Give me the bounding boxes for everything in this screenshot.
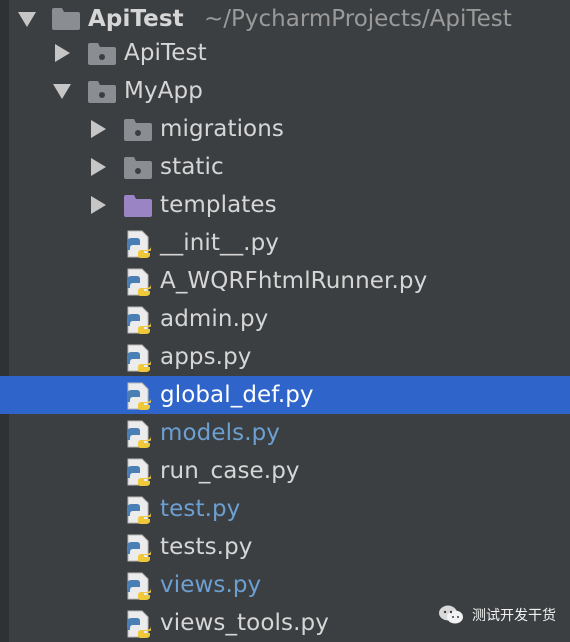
project-folder-icon — [52, 8, 80, 30]
tree-row-file[interactable]: __init__.py — [0, 224, 570, 262]
python-file-icon — [127, 496, 151, 524]
tree-row-file[interactable]: apps.py — [0, 338, 570, 376]
file-label: __init__.py — [160, 230, 279, 256]
chevron-down-icon[interactable] — [18, 12, 36, 27]
tree-row-file[interactable]: run_case.py — [0, 452, 570, 490]
package-folder-icon — [124, 157, 152, 179]
folder-label: templates — [160, 192, 277, 218]
tree-row-myapp[interactable]: MyApp — [0, 72, 570, 110]
tree-row-file[interactable]: views.py — [0, 566, 570, 604]
python-file-icon — [127, 230, 151, 258]
folder-label: MyApp — [124, 78, 203, 104]
file-label: admin.py — [160, 306, 269, 332]
file-label: test.py — [160, 496, 241, 522]
python-file-icon — [127, 572, 151, 600]
python-file-icon — [127, 420, 151, 448]
package-folder-icon — [88, 43, 116, 65]
package-folder-icon — [88, 81, 116, 103]
python-file-icon — [127, 344, 151, 372]
wechat-icon — [439, 605, 463, 624]
chevron-right-icon[interactable] — [91, 196, 106, 214]
tree-row-file[interactable]: A_WQRFhtmlRunner.py — [0, 262, 570, 300]
tree-row-migrations[interactable]: migrations — [0, 110, 570, 148]
project-name: ApiTest — [88, 6, 184, 32]
python-file-icon — [127, 458, 151, 486]
file-label: run_case.py — [160, 458, 300, 484]
tree-row-file[interactable]: models.py — [0, 414, 570, 452]
chevron-right-icon[interactable] — [91, 158, 106, 176]
chevron-down-icon[interactable] — [53, 84, 71, 99]
python-file-icon — [127, 306, 151, 334]
file-label: global_def.py — [160, 382, 314, 408]
chevron-right-icon[interactable] — [91, 120, 106, 138]
python-file-icon — [127, 534, 151, 562]
file-label: apps.py — [160, 344, 252, 370]
chevron-right-icon[interactable] — [55, 44, 70, 62]
tree-row-file[interactable]: test.py — [0, 490, 570, 528]
tree-row-file[interactable]: admin.py — [0, 300, 570, 338]
python-file-icon — [127, 382, 151, 410]
file-label: views_tools.py — [160, 610, 329, 636]
file-label: A_WQRFhtmlRunner.py — [160, 268, 428, 294]
tree-row-templates[interactable]: templates — [0, 186, 570, 224]
python-file-icon — [127, 268, 151, 296]
templates-folder-icon — [124, 195, 152, 217]
tree-row-file[interactable]: tests.py — [0, 528, 570, 566]
file-label: tests.py — [160, 534, 253, 560]
watermark: 测试开发干货 — [438, 601, 556, 629]
folder-label: ApiTest — [124, 40, 207, 66]
folder-label: static — [160, 154, 224, 180]
folder-label: migrations — [160, 116, 284, 142]
project-path: ~/PycharmProjects/ApiTest — [204, 6, 512, 32]
watermark-text: 测试开发干货 — [472, 608, 556, 624]
tree-row-file-selected[interactable]: global_def.py — [0, 376, 570, 414]
tree-row-project-root[interactable]: ApiTest ~/PycharmProjects/ApiTest — [0, 0, 570, 38]
tree-row-static[interactable]: static — [0, 148, 570, 186]
tree-row-apitest[interactable]: ApiTest — [0, 34, 570, 72]
file-label: models.py — [160, 420, 281, 446]
file-label: views.py — [160, 572, 262, 598]
python-file-icon — [127, 610, 151, 638]
package-folder-icon — [124, 119, 152, 141]
